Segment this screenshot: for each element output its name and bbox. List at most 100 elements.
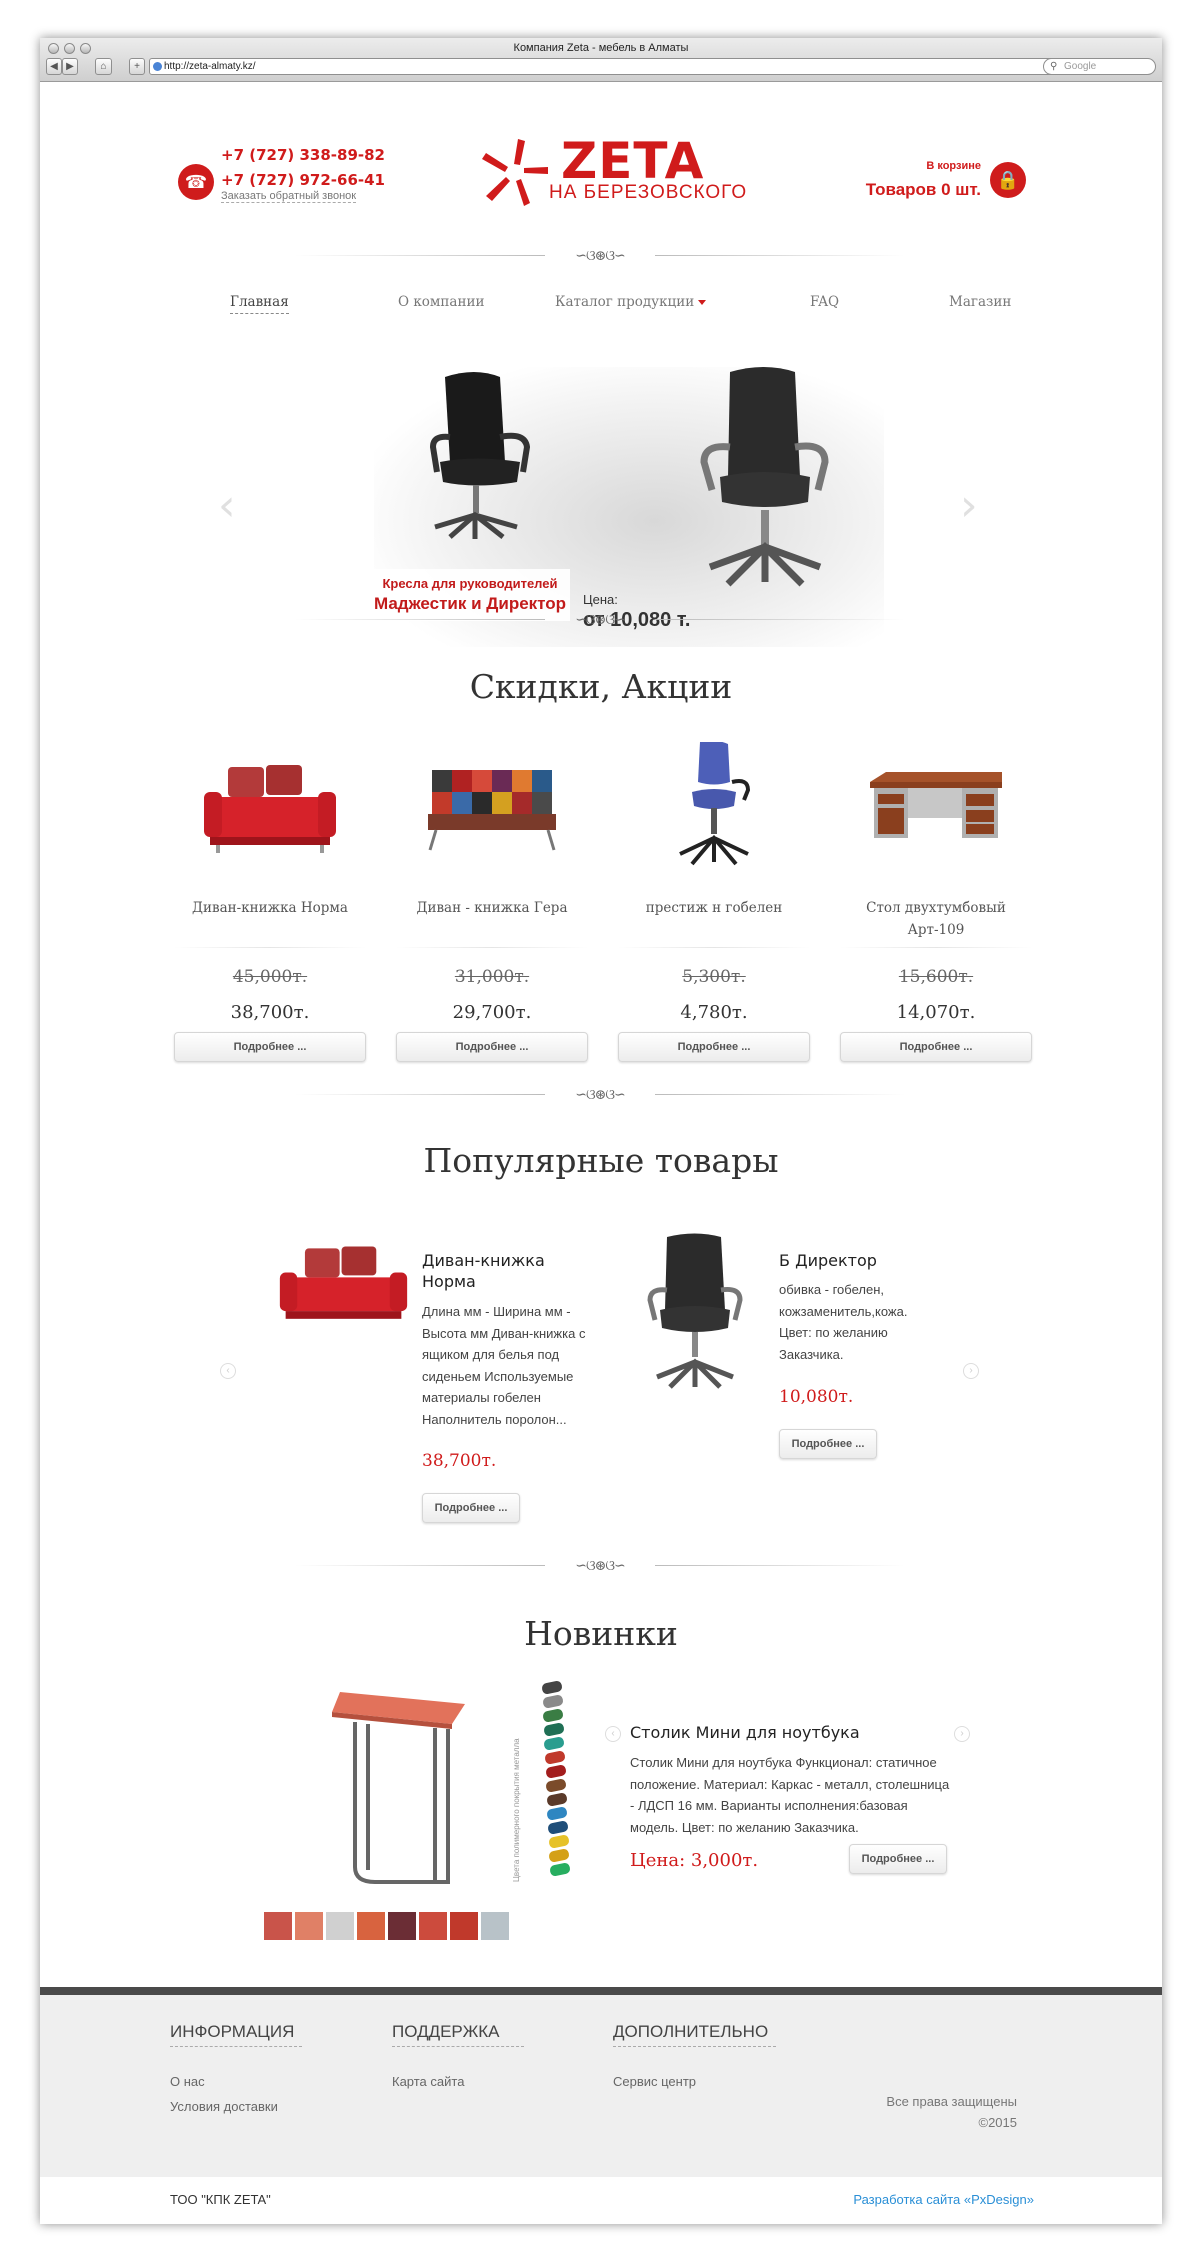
color-swatch	[388, 1912, 416, 1940]
color-swatch	[450, 1912, 478, 1940]
new-product-name[interactable]: Столик Мини для ноутбука	[630, 1722, 950, 1743]
popular-product-name[interactable]: Б Директор	[779, 1250, 929, 1271]
footer-info-title: ИНФОРМАЦИЯ	[170, 2022, 302, 2047]
color-swatch	[481, 1912, 509, 1940]
popular-product-price: 38,700т.	[422, 1451, 497, 1471]
slider-next-button[interactable]: ›	[960, 480, 978, 531]
color-swatches	[264, 1912, 510, 1940]
metal-color-sample	[544, 1764, 567, 1779]
blue-office-chair-image	[679, 742, 751, 866]
logo-subtitle: НА БЕРЕЗОВСКОГО	[549, 182, 748, 203]
popular-prev-button[interactable]: ‹	[220, 1363, 236, 1379]
search-input[interactable]: ⚲ Google	[1043, 58, 1156, 75]
details-button[interactable]: Подробнее ...	[840, 1032, 1032, 1062]
sales-title: Скидки, Акции	[469, 667, 733, 706]
divider	[396, 947, 588, 948]
metal-color-sample	[543, 1736, 566, 1751]
popular-next-button[interactable]: ›	[963, 1363, 979, 1379]
new-price: 38,700т.	[230, 1002, 310, 1023]
details-button[interactable]: Подробнее ...	[422, 1493, 520, 1523]
new-items-title: Новинки	[524, 1614, 678, 1653]
add-bookmark-button[interactable]: +	[129, 58, 145, 75]
sale-card: Стол двухтумбовый Арт-109 15,600т. 14,07…	[840, 732, 1032, 1112]
details-button[interactable]: Подробнее ...	[779, 1429, 877, 1459]
nav-catalog[interactable]: Каталог продукции	[555, 294, 707, 310]
footer-support-title: ПОДДЕРЖКА	[392, 2022, 524, 2047]
slide-price-label: Цена:	[583, 592, 618, 607]
phone-icon: ☎	[178, 164, 214, 200]
new-items-next-button[interactable]: ›	[954, 1726, 970, 1742]
sale-card: Диван-книжка Норма 45,000т. 38,700т. Под…	[174, 732, 366, 1112]
old-price: 5,300т.	[682, 967, 746, 987]
divider	[174, 947, 366, 948]
red-sofa-image	[204, 765, 336, 853]
metal-color-sample	[547, 1834, 570, 1849]
footer-link-about[interactable]: О нас	[170, 2074, 205, 2089]
nav-about[interactable]: О компании	[398, 294, 484, 310]
cart-label: В корзине	[926, 160, 981, 172]
new-price: 29,700т.	[452, 1002, 532, 1023]
new-price: 14,070т.	[896, 1002, 976, 1023]
address-bar[interactable]: http://zeta-almaty.kz/ ↻	[149, 58, 1074, 75]
product-name[interactable]: Стол двухтумбовый Арт-109	[840, 897, 1032, 941]
office-desk-image	[870, 772, 1002, 838]
ornament-divider: ∽ଓ⊛ଓ∽	[295, 610, 905, 630]
color-swatch	[357, 1912, 385, 1940]
product-name[interactable]: Диван-книжка Норма	[174, 897, 366, 919]
details-button[interactable]: Подробнее ...	[174, 1032, 366, 1062]
callback-link[interactable]: Заказать обратный звонок	[221, 190, 357, 203]
director-chair-image	[700, 367, 829, 587]
logo-star-icon	[482, 139, 548, 206]
page-content: ☎ +7 (727) 338-89-82 +7 (727) 972-66-41 …	[40, 82, 1162, 2224]
ornament-divider: ∽ଓ⊛ଓ∽	[295, 1085, 905, 1105]
metal-color-sample	[545, 1778, 568, 1793]
cart-count[interactable]: Товаров 0 шт.	[866, 180, 981, 200]
details-button[interactable]: Подробнее ...	[396, 1032, 588, 1062]
search-icon: ⚲	[1050, 61, 1058, 72]
product-name[interactable]: Диван - книжка Гера	[396, 897, 588, 919]
office-chair-image	[429, 372, 531, 539]
new-product-price: Цена: 3,000т.	[630, 1850, 759, 1871]
phone-number-2[interactable]: +7 (727) 972-66-41	[221, 171, 385, 189]
nav-shop[interactable]: Магазин	[949, 294, 1011, 310]
metal-color-sample	[541, 1694, 564, 1709]
red-sofa-image	[279, 1246, 408, 1319]
nav-catalog-label: Каталог продукции	[555, 294, 695, 310]
cart-lock-icon[interactable]: 🔒	[990, 162, 1026, 198]
details-button[interactable]: Подробнее ...	[849, 1844, 947, 1874]
forward-button[interactable]: ▶	[62, 58, 78, 75]
browser-titlebar: Компания Zeta - мебель в Алматы ◀ ▶ ⌂ + …	[40, 38, 1162, 82]
metal-color-sample	[548, 1848, 571, 1863]
old-price: 31,000т.	[454, 967, 530, 987]
laptop-table-image	[332, 1692, 465, 1884]
browser-window: Компания Zeta - мебель в Алматы ◀ ▶ ⌂ + …	[40, 38, 1162, 2224]
nav-faq[interactable]: FAQ	[810, 294, 839, 310]
home-button[interactable]: ⌂	[95, 58, 112, 75]
sale-card: престиж н гобелен 5,300т. 4,780т. Подроб…	[618, 732, 810, 1112]
footer-link-service[interactable]: Сервис центр	[613, 2074, 696, 2089]
popular-title: Популярные товары	[423, 1141, 779, 1180]
developer-link[interactable]: Разработка сайта «PxDesign»	[853, 2192, 1034, 2207]
popular-product-name[interactable]: Диван-книжка Норма	[422, 1250, 572, 1292]
phone-number-1[interactable]: +7 (727) 338-89-82	[221, 146, 385, 164]
slider-prev-button[interactable]: ‹	[218, 480, 236, 531]
back-button[interactable]: ◀	[46, 58, 62, 75]
new-items-prev-button[interactable]: ‹	[605, 1726, 621, 1742]
nav-home[interactable]: Главная	[230, 294, 289, 314]
color-swatch	[264, 1912, 292, 1940]
footer-link-sitemap[interactable]: Карта сайта	[392, 2074, 464, 2089]
new-product-desc: Столик Мини для ноутбука Функционал: ста…	[630, 1755, 950, 1835]
color-swatch	[419, 1912, 447, 1940]
metal-color-sample	[542, 1708, 565, 1723]
product-name[interactable]: престиж н гобелен	[618, 897, 810, 919]
metal-color-samples	[538, 1680, 571, 1882]
search-placeholder: Google	[1064, 61, 1097, 72]
metal-colors-label: Цвета полимерного покрытия металла	[512, 1738, 521, 1882]
metal-color-sample	[548, 1862, 571, 1877]
color-swatch	[295, 1912, 323, 1940]
details-button[interactable]: Подробнее ...	[618, 1032, 810, 1062]
footer-link-delivery[interactable]: Условия доставки	[170, 2099, 278, 2114]
popular-product-desc: Длина мм - Ширина мм - Высота мм Диван-к…	[422, 1304, 586, 1427]
metal-color-sample	[547, 1820, 569, 1835]
popular-product-desc: обивка - гобелен, кожзаменитель,кожа. Цв…	[779, 1282, 908, 1362]
